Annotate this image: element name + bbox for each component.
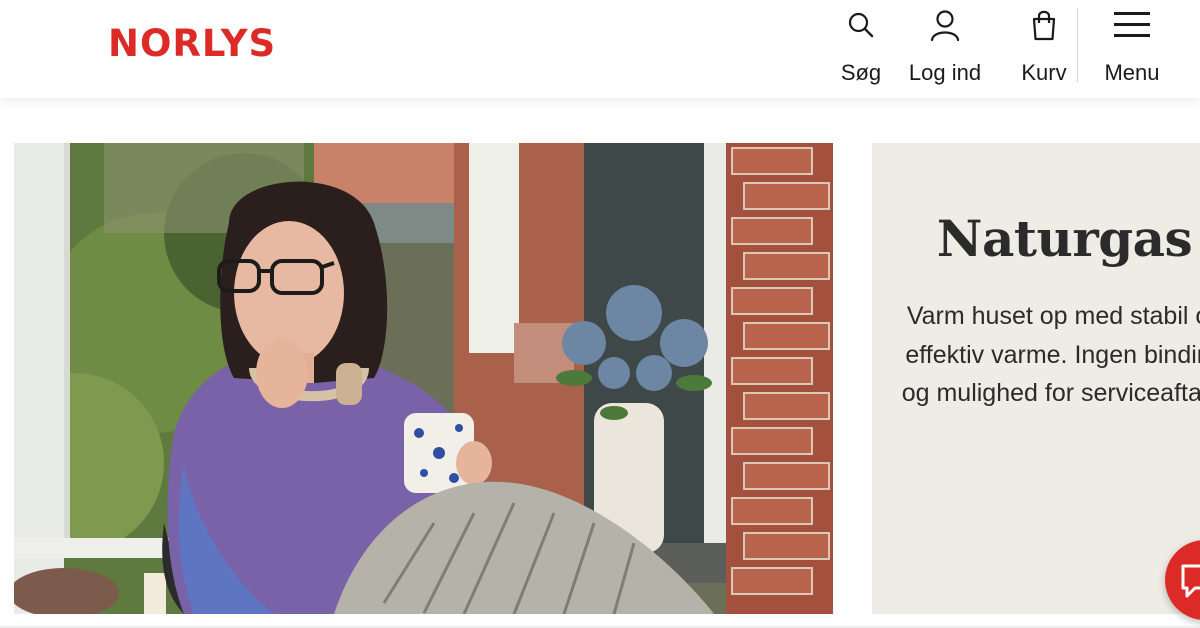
search-icon <box>847 0 875 50</box>
menu-label: Menu <box>1104 60 1160 85</box>
user-icon <box>930 0 960 50</box>
card-description: Varm huset op med stabil og effektiv var… <box>901 302 1200 407</box>
norlys-logo[interactable]: NORLYS <box>108 22 276 65</box>
login-label: Log ind <box>908 60 982 85</box>
menu-button[interactable]: Menu <box>1098 0 1166 98</box>
login-button[interactable]: Log ind <box>905 0 985 98</box>
cart-label: Kurv <box>1021 60 1067 85</box>
shopping-bag-icon <box>1030 0 1058 50</box>
search-label: Søg <box>840 60 882 85</box>
card-title: Naturgas <box>936 209 1193 268</box>
hero-illustration <box>14 143 833 614</box>
hero-image <box>14 143 833 614</box>
nav-divider <box>1077 8 1078 82</box>
site-header: NORLYS Søg Log ind Kurv Menu <box>0 0 1200 98</box>
chat-icon <box>1181 564 1200 598</box>
cart-button[interactable]: Kurv <box>1014 0 1074 98</box>
naturgas-card[interactable]: Naturgas Varm huset op med stabil og eff… <box>872 143 1200 614</box>
search-button[interactable]: Søg <box>836 0 886 98</box>
hamburger-icon <box>1114 0 1150 50</box>
